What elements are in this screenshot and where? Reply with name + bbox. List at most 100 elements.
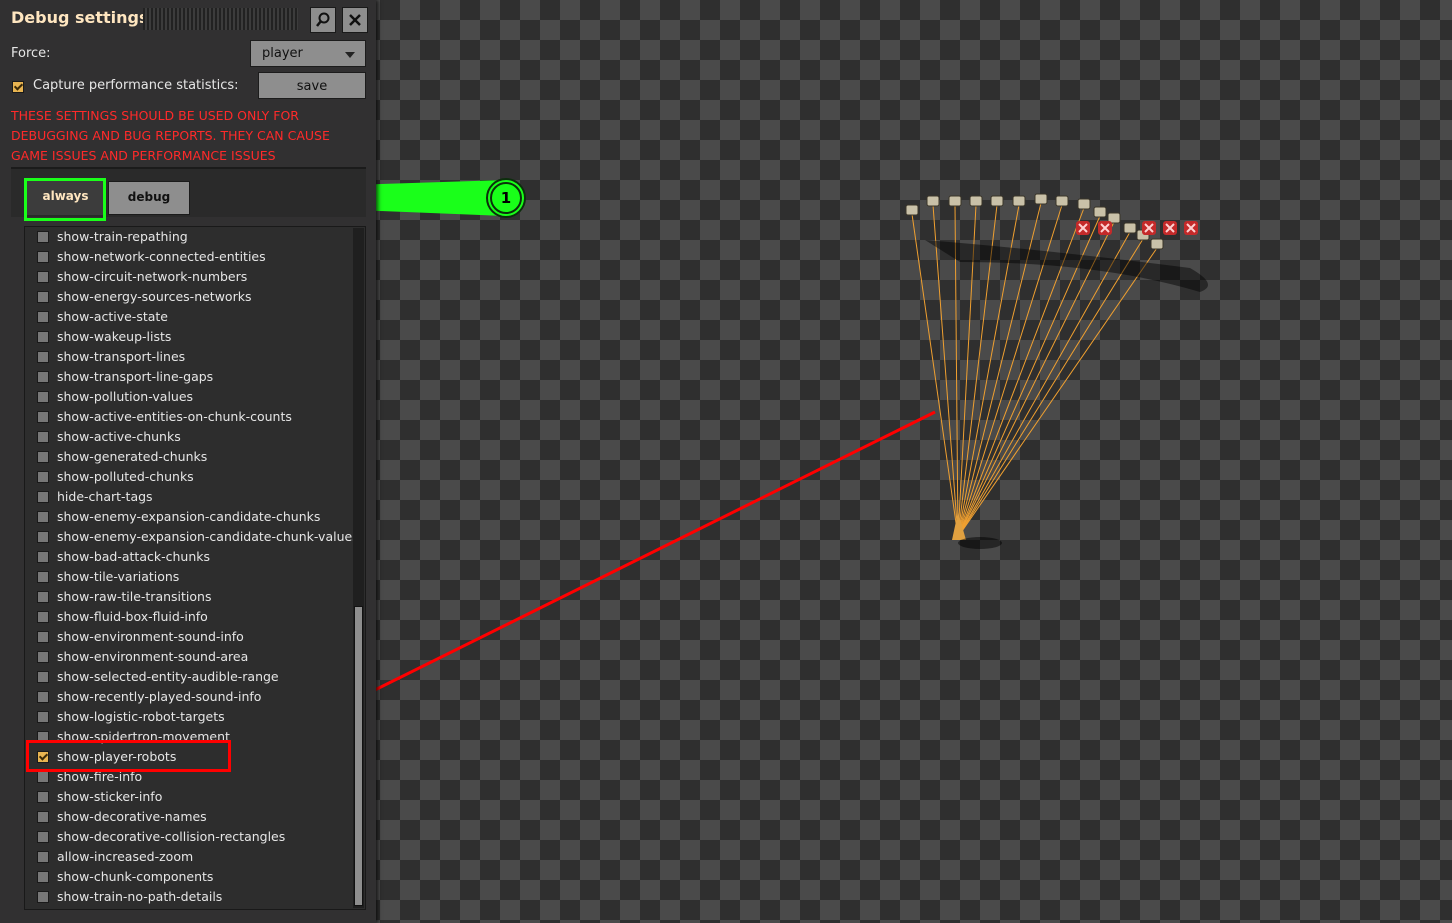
list-item[interactable]: show-bad-attack-chunks — [25, 547, 345, 567]
list-item[interactable]: show-active-entities-on-chunk-counts — [25, 407, 345, 427]
list-item[interactable]: show-logistic-robot-targets — [25, 707, 345, 727]
list-item[interactable]: show-pollution-values — [25, 387, 345, 407]
option-checkbox[interactable] — [37, 371, 49, 383]
option-label: show-enemy-expansion-candidate-chunks — [57, 509, 321, 524]
option-checkbox[interactable] — [37, 471, 49, 483]
drag-handle[interactable] — [143, 8, 298, 30]
list-item[interactable]: show-chunk-components — [25, 867, 345, 887]
list-item[interactable]: show-decorative-collision-rectangles — [25, 827, 345, 847]
list-item[interactable]: show-generated-chunks — [25, 447, 345, 467]
highlight-box-green — [24, 178, 106, 221]
debug-settings-panel: Debug settings Force: player Capture per… — [0, 0, 376, 923]
scrollbar-thumb[interactable] — [354, 606, 363, 906]
list-item[interactable]: show-enemy-expansion-candidate-chunks — [25, 507, 345, 527]
list-item[interactable]: show-raw-tile-transitions — [25, 587, 345, 607]
option-label: show-transport-lines — [57, 349, 186, 364]
list-item[interactable]: show-sticker-info — [25, 787, 345, 807]
search-button[interactable] — [310, 7, 336, 33]
player-shadow — [958, 537, 1002, 549]
list-item[interactable]: show-network-connected-entities — [25, 247, 345, 267]
robot-icon — [969, 195, 983, 207]
list-item[interactable]: show-selected-entity-audible-range — [25, 667, 345, 687]
capture-statistics-label: Capture performance statistics: — [33, 78, 239, 93]
list-item[interactable]: allow-increased-zoom — [25, 847, 345, 867]
list-item[interactable]: show-fluid-box-fluid-info — [25, 607, 345, 627]
option-checkbox[interactable] — [37, 431, 49, 443]
option-checkbox[interactable] — [37, 811, 49, 823]
option-checkbox[interactable] — [37, 311, 49, 323]
option-checkbox[interactable] — [37, 651, 49, 663]
list-item[interactable]: show-enemy-expansion-candidate-chunk-val… — [25, 527, 359, 547]
option-checkbox[interactable] — [37, 351, 49, 363]
option-label: hide-chart-tags — [57, 489, 153, 504]
list-item[interactable]: show-decorative-names — [25, 807, 345, 827]
option-checkbox[interactable] — [37, 891, 49, 903]
option-checkbox[interactable] — [37, 551, 49, 563]
option-checkbox[interactable] — [37, 871, 49, 883]
list-item[interactable]: show-train-no-path-details — [25, 887, 345, 907]
highlight-box-red — [26, 740, 231, 772]
force-dropdown-value: player — [262, 46, 303, 61]
option-checkbox[interactable] — [37, 411, 49, 423]
list-item[interactable]: show-environment-sound-area — [25, 647, 345, 667]
robot-cancel-icon — [1163, 221, 1177, 235]
option-checkbox[interactable] — [37, 631, 49, 643]
list-item[interactable]: show-train-repathing — [25, 227, 345, 247]
force-label: Force: — [11, 46, 51, 61]
list-item[interactable]: show-energy-sources-networks — [25, 287, 345, 307]
list-item[interactable]: show-active-chunks — [25, 427, 345, 447]
force-dropdown[interactable]: player — [250, 40, 366, 67]
option-checkbox[interactable] — [37, 291, 49, 303]
option-checkbox[interactable] — [37, 711, 49, 723]
list-item[interactable]: show-environment-sound-info — [25, 627, 345, 647]
robot-line — [957, 231, 1131, 538]
shadow-shape — [925, 240, 1208, 292]
option-label: show-fluid-box-fluid-info — [57, 609, 208, 624]
capture-statistics-checkbox[interactable] — [12, 81, 24, 93]
option-checkbox[interactable] — [37, 331, 49, 343]
option-checkbox[interactable] — [37, 231, 49, 243]
list-item[interactable]: show-active-state — [25, 307, 345, 327]
option-checkbox[interactable] — [37, 771, 49, 783]
list-item[interactable]: show-transport-line-gaps — [25, 367, 345, 387]
list-item[interactable]: show-polluted-chunks — [25, 467, 345, 487]
option-checkbox[interactable] — [37, 591, 49, 603]
title-bar[interactable]: Debug settings — [0, 0, 376, 38]
option-checkbox[interactable] — [37, 451, 49, 463]
option-checkbox[interactable] — [37, 671, 49, 683]
list-item[interactable]: show-transport-lines — [25, 347, 345, 367]
option-label: show-sticker-info — [57, 789, 163, 804]
list-item[interactable]: hide-chart-tags — [25, 487, 345, 507]
robot-icon — [990, 195, 1004, 207]
option-label: show-environment-sound-area — [57, 649, 249, 664]
tab-debug[interactable]: debug — [108, 181, 190, 215]
list-scrollbar[interactable] — [353, 228, 364, 908]
robot-cancel-icon — [1142, 221, 1156, 235]
option-checkbox[interactable] — [37, 511, 49, 523]
option-checkbox[interactable] — [37, 791, 49, 803]
option-checkbox[interactable] — [37, 571, 49, 583]
option-checkbox[interactable] — [37, 851, 49, 863]
list-item[interactable]: show-wakeup-lists — [25, 327, 345, 347]
option-checkbox[interactable] — [37, 271, 49, 283]
list-item[interactable]: show-tile-variations — [25, 567, 345, 587]
robot-icon — [1055, 195, 1069, 207]
option-label: show-chunk-components — [57, 869, 214, 884]
option-checkbox[interactable] — [37, 831, 49, 843]
option-checkbox[interactable] — [37, 391, 49, 403]
option-label: show-decorative-collision-rectangles — [57, 829, 286, 844]
save-button[interactable]: save — [258, 72, 366, 99]
robot-icon — [948, 195, 962, 207]
close-button[interactable] — [342, 7, 368, 33]
list-item[interactable]: show-recently-played-sound-info — [25, 687, 345, 707]
option-checkbox[interactable] — [37, 251, 49, 263]
robot-icon — [1150, 238, 1164, 250]
option-checkbox[interactable] — [37, 691, 49, 703]
option-label: show-energy-sources-networks — [57, 289, 252, 304]
option-checkbox[interactable] — [37, 611, 49, 623]
option-checkbox[interactable] — [37, 531, 49, 543]
option-checkbox[interactable] — [37, 491, 49, 503]
list-item[interactable]: show-circuit-network-numbers — [25, 267, 345, 287]
option-label: show-decorative-names — [57, 809, 207, 824]
option-label: show-polluted-chunks — [57, 469, 194, 484]
